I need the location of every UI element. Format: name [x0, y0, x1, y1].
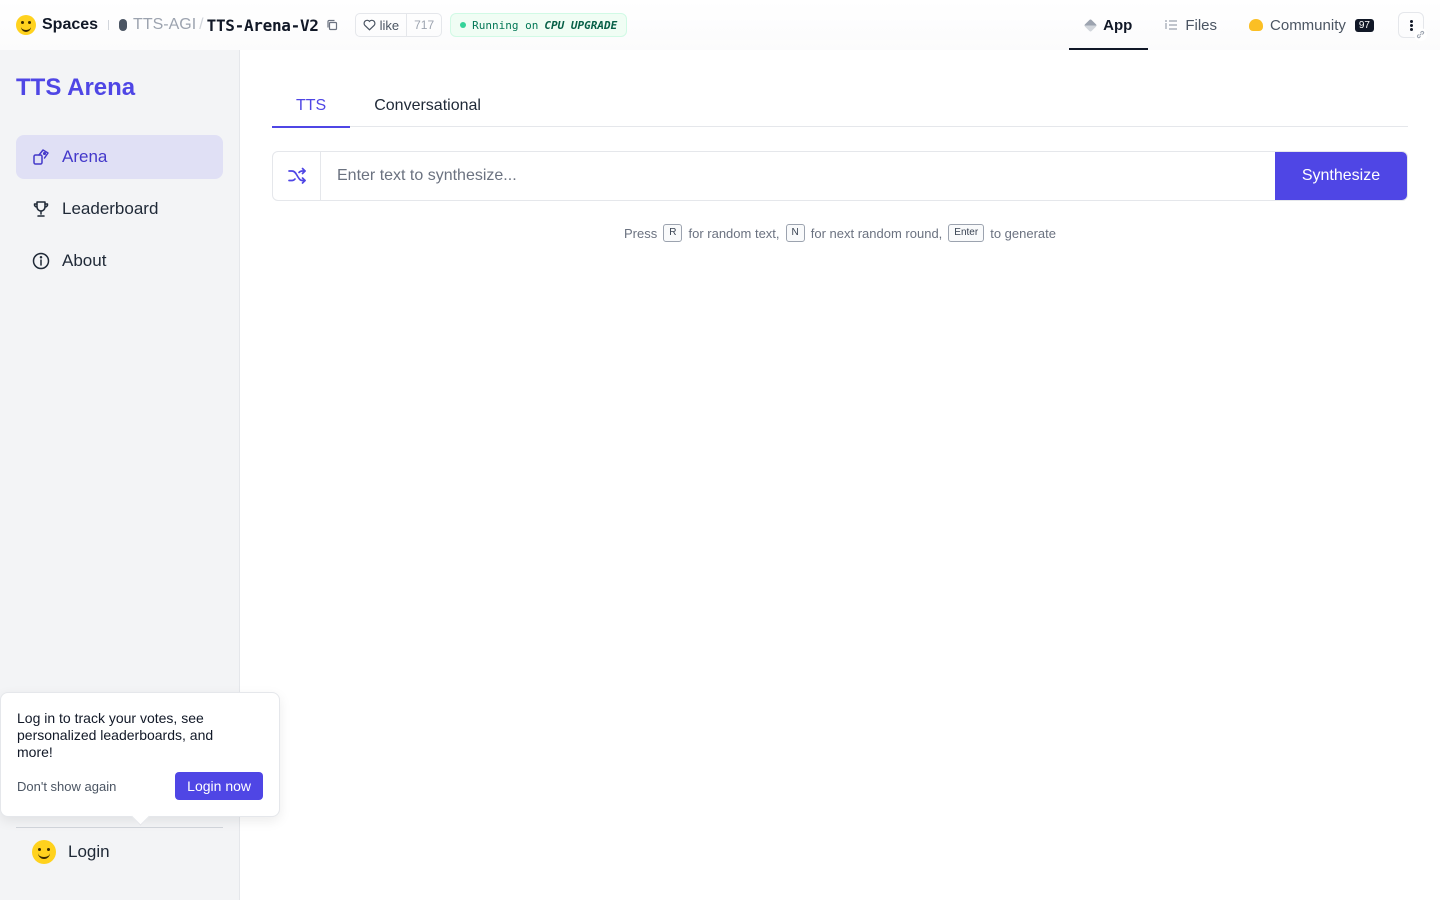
more-options-button[interactable]	[1398, 12, 1427, 41]
status-dot-icon	[460, 22, 467, 28]
tab-conversational[interactable]: Conversational	[350, 84, 505, 127]
kbd-n: N	[785, 224, 805, 242]
owner-name: TTS-AGI	[133, 16, 197, 33]
dont-show-again-button[interactable]: Don't show again	[17, 779, 116, 794]
header-separator	[108, 20, 110, 30]
info-icon	[32, 252, 50, 270]
space-name[interactable]: TTS-Arena-V2	[207, 16, 319, 35]
sidebar-item-arena[interactable]: Arena	[16, 135, 223, 179]
app-title: TTS Arena	[16, 74, 136, 101]
login-button[interactable]: Login	[32, 840, 110, 864]
main-content: TTS Conversational Synthesize Press R fo…	[240, 50, 1440, 900]
sidebar-item-label: Arena	[62, 147, 108, 166]
like-count[interactable]: 717	[406, 14, 441, 36]
shuffle-icon	[287, 167, 306, 184]
login-label: Login	[68, 842, 110, 861]
sidebar-item-label: Leaderboard	[62, 199, 159, 218]
like-part[interactable]: like	[356, 14, 407, 36]
spaces-logo[interactable]: Spaces	[16, 15, 98, 35]
community-icon	[1249, 19, 1264, 31]
trophy-icon	[33, 201, 49, 217]
login-prompt-popup: Log in to track your votes, see personal…	[0, 692, 280, 817]
tab-community[interactable]: Community 97	[1233, 0, 1390, 50]
hint-to-generate: to generate	[990, 225, 1056, 241]
sidebar-item-about[interactable]: About	[16, 239, 223, 283]
owner-avatar-icon	[119, 19, 128, 31]
hint-random-text: for random text,	[688, 225, 780, 241]
kbd-r: R	[663, 224, 683, 242]
synthesis-bar: Synthesize	[272, 151, 1408, 201]
tab-app[interactable]: App	[1069, 0, 1149, 50]
hugging-face-icon	[32, 840, 56, 864]
heart-icon	[363, 19, 376, 31]
random-text-button[interactable]	[273, 152, 321, 200]
kbd-enter: Enter	[948, 224, 985, 242]
login-now-button[interactable]: Login now	[175, 772, 263, 800]
link-icon	[1414, 28, 1427, 41]
synthesize-button[interactable]: Synthesize	[1275, 152, 1407, 200]
keyboard-hint: Press R for random text, N for next rand…	[272, 224, 1408, 242]
text-input[interactable]	[321, 152, 1275, 200]
status-prefix: Running on	[472, 18, 539, 32]
like-button[interactable]: like 717	[354, 13, 443, 37]
more-vertical-icon	[1409, 23, 1413, 27]
popup-message: Log in to track your votes, see personal…	[17, 710, 214, 760]
community-count-badge: 97	[1354, 18, 1374, 32]
tab-files-label: Files	[1185, 16, 1218, 34]
tab-app-label: App	[1103, 16, 1133, 34]
tab-community-label: Community	[1270, 16, 1346, 34]
arena-icon	[33, 149, 49, 165]
mode-tabs: TTS Conversational	[272, 84, 1408, 128]
like-label: like	[379, 17, 400, 33]
owner-link[interactable]: TTS-AGI	[119, 16, 196, 34]
hint-press: Press	[624, 225, 658, 241]
sidebar-divider	[16, 827, 223, 828]
path-slash: /	[199, 16, 204, 33]
cube-icon	[1084, 18, 1098, 32]
popup-actions: Don't show again Login now	[17, 772, 263, 800]
status-hardware: CPU UPGRADE	[544, 18, 618, 32]
hugging-face-icon	[16, 15, 36, 35]
files-icon	[1164, 19, 1178, 31]
sidebar-item-leaderboard[interactable]: Leaderboard	[16, 187, 223, 231]
spaces-label: Spaces	[42, 16, 99, 33]
copy-icon[interactable]	[325, 18, 339, 32]
space-nav: App Files Community 97	[1069, 0, 1440, 50]
sidebar-item-label: About	[62, 251, 107, 270]
tab-tts[interactable]: TTS	[272, 84, 351, 128]
tab-files[interactable]: Files	[1148, 0, 1233, 50]
running-status-badge[interactable]: Running on CPU UPGRADE	[450, 13, 628, 37]
hf-header: Spaces TTS-AGI / TTS-Arena-V2 like 717 R…	[0, 0, 1440, 50]
hint-next-round: for next random round,	[810, 225, 943, 241]
